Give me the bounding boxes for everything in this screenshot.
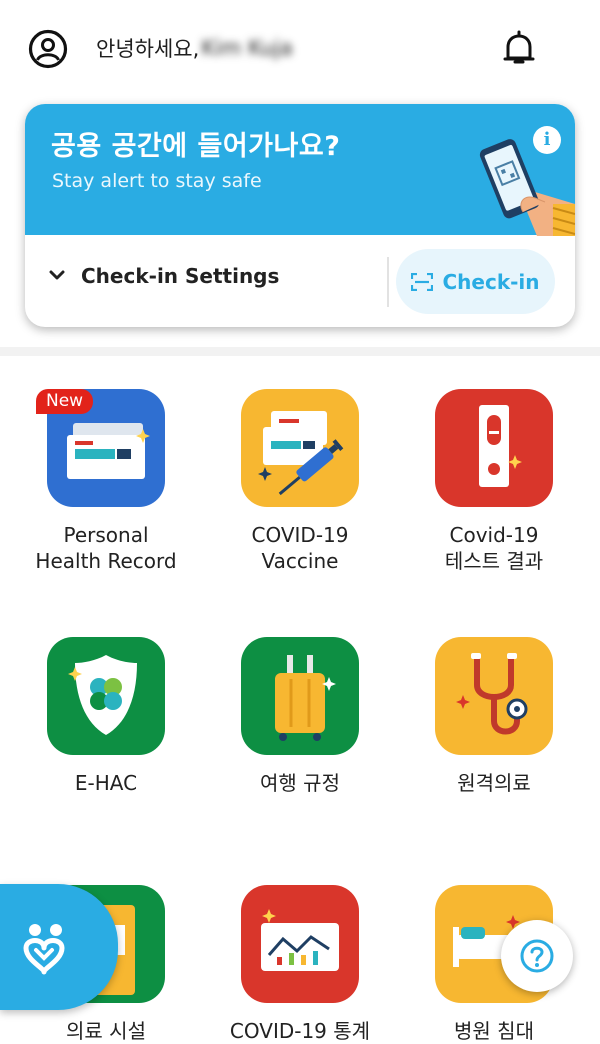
stethoscope-icon: [435, 637, 553, 755]
checkin-settings-toggle[interactable]: Check-in Settings: [49, 264, 279, 288]
header: 안녕하세요, Kim Kuja: [0, 0, 600, 100]
scan-icon: [411, 272, 434, 291]
checkin-settings-label: Check-in Settings: [81, 264, 280, 288]
tile-label-line1: COVID-19: [251, 523, 349, 547]
tile-label-line2: Vaccine: [261, 549, 339, 573]
tile-label: 여행 규정: [205, 770, 395, 796]
tile-covid-statistics[interactable]: COVID-19 통계: [205, 885, 395, 1044]
vaccine-icon: [241, 389, 359, 507]
tile-covid-test-result[interactable]: Covid-19 테스트 결과: [399, 389, 589, 574]
tile-label: COVID-19 Vaccine: [205, 522, 395, 574]
statistics-icon: [241, 885, 359, 1003]
tile-label-line1: Covid-19: [449, 523, 539, 547]
tile-label: 병원 침대: [399, 1018, 589, 1044]
tile-label-line1: E-HAC: [74, 771, 138, 795]
profile-icon[interactable]: [28, 29, 68, 69]
community-fab[interactable]: [0, 884, 118, 1010]
chevron-down-icon: [49, 270, 65, 280]
luggage-icon: [241, 637, 359, 755]
tile-label-line1: 병원 침대: [454, 1019, 534, 1043]
tile-label-line1: 의료 시설: [66, 1019, 146, 1043]
bell-icon[interactable]: [500, 28, 538, 68]
tile-personal-health-record[interactable]: Personal Health Record: [11, 389, 201, 574]
new-badge: New: [36, 389, 94, 414]
shield-icon: [47, 637, 165, 755]
divider: [387, 257, 389, 307]
tile-covid-vaccine[interactable]: COVID-19 Vaccine: [205, 389, 395, 574]
greeting-text: 안녕하세요,: [96, 37, 200, 61]
tile-label-line1: 여행 규정: [260, 771, 340, 795]
checkin-banner[interactable]: 공용 공간에 들어가나요? Stay alert to stay safe i: [25, 104, 575, 236]
test-result-icon: [435, 389, 553, 507]
help-button[interactable]: [501, 920, 573, 992]
phone-in-hand-icon: [479, 139, 575, 236]
checkin-button[interactable]: Check-in: [396, 249, 555, 314]
tile-label: 원격의료: [399, 770, 589, 796]
username: Kim Kuja: [201, 36, 293, 60]
tile-e-hac[interactable]: E-HAC: [11, 637, 201, 796]
tile-telemedicine[interactable]: 원격의료: [399, 637, 589, 796]
tile-label-line1: Personal: [63, 523, 149, 547]
checkin-card: 공용 공간에 들어가나요? Stay alert to stay safe i …: [25, 104, 575, 327]
tile-label: Covid-19 테스트 결과: [399, 522, 589, 574]
tile-label-line1: COVID-19 통계: [229, 1019, 371, 1043]
tile-label: Personal Health Record: [11, 522, 201, 574]
question-icon: [520, 939, 554, 973]
tile-label-line1: 원격의료: [457, 771, 531, 795]
tile-label-line2: 테스트 결과: [444, 549, 544, 573]
banner-title: 공용 공간에 들어가나요?: [51, 131, 341, 162]
tile-label: 의료 시설: [11, 1018, 201, 1044]
section-separator: [0, 347, 600, 356]
banner-subtitle: Stay alert to stay safe: [52, 170, 262, 192]
people-heart-icon: [23, 924, 65, 975]
tile-label: E-HAC: [11, 770, 201, 796]
greeting: 안녕하세요, Kim Kuja: [96, 33, 293, 63]
tile-label: COVID-19 통계: [205, 1018, 395, 1044]
tile-travel-rules[interactable]: 여행 규정: [205, 637, 395, 796]
checkin-button-label: Check-in: [442, 269, 540, 294]
tile-label-line2: Health Record: [35, 549, 177, 573]
